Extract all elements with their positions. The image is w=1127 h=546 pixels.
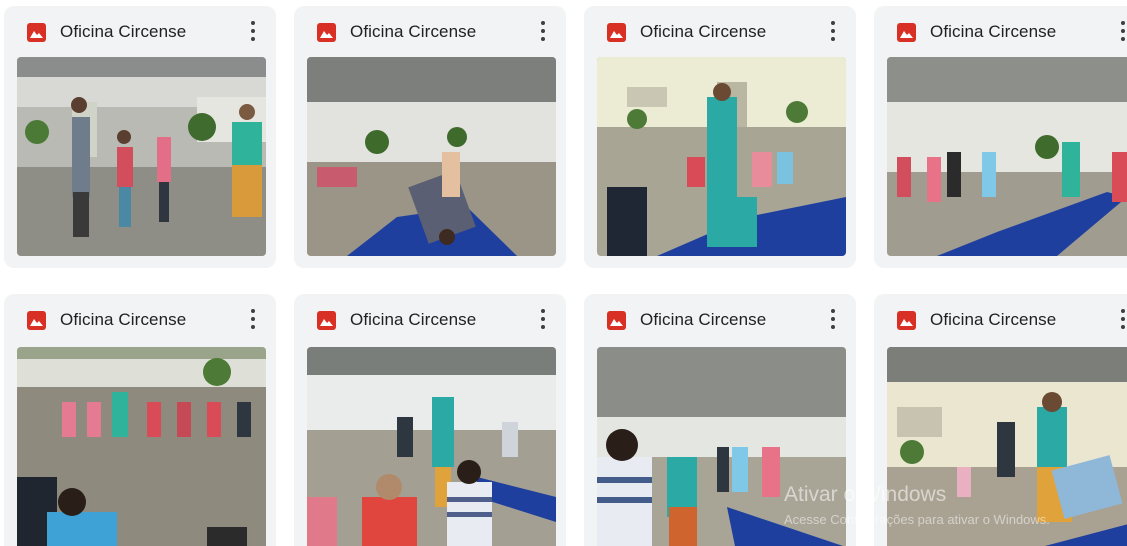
image-file-icon: [607, 311, 626, 330]
file-card[interactable]: Oficina Circense: [4, 294, 276, 546]
card-header: Oficina Circense: [584, 6, 856, 58]
file-card[interactable]: Oficina Circense: [294, 294, 566, 546]
image-file-icon: [27, 311, 46, 330]
image-thumbnail[interactable]: [17, 347, 266, 546]
activation-watermark-title: Ativar o Windows: [784, 483, 947, 506]
image-thumbnail[interactable]: [887, 57, 1127, 256]
more-vert-icon[interactable]: [250, 21, 256, 43]
file-title: Oficina Circense: [930, 310, 1057, 329]
file-title: Oficina Circense: [350, 22, 477, 41]
card-header: Oficina Circense: [4, 294, 276, 346]
more-vert-icon[interactable]: [830, 21, 836, 43]
image-file-icon: [897, 311, 916, 330]
more-vert-icon[interactable]: [540, 21, 546, 43]
image-file-icon: [317, 311, 336, 330]
file-title: Oficina Circense: [350, 310, 477, 329]
card-header: Oficina Circense: [584, 294, 856, 346]
image-thumbnail[interactable]: [597, 57, 846, 256]
image-thumbnail[interactable]: [17, 57, 266, 256]
file-title: Oficina Circense: [640, 22, 767, 41]
activation-watermark-text: Acesse Configurações para ativar o Windo…: [784, 512, 1050, 527]
card-header: Oficina Circense: [294, 6, 566, 58]
file-title: Oficina Circense: [60, 310, 187, 329]
card-header: Oficina Circense: [874, 294, 1127, 346]
image-file-icon: [317, 23, 336, 42]
more-vert-icon[interactable]: [1120, 21, 1126, 43]
file-card[interactable]: Oficina Circense: [4, 6, 276, 268]
file-card[interactable]: Oficina Circense: [294, 6, 566, 268]
file-card[interactable]: Oficina Circense: [874, 6, 1127, 268]
image-thumbnail[interactable]: [307, 347, 556, 546]
card-header: Oficina Circense: [874, 6, 1127, 58]
image-thumbnail[interactable]: [307, 57, 556, 256]
card-header: Oficina Circense: [4, 6, 276, 58]
more-vert-icon[interactable]: [250, 309, 256, 331]
image-file-icon: [27, 23, 46, 42]
file-title: Oficina Circense: [60, 22, 187, 41]
image-file-icon: [607, 23, 626, 42]
file-title: Oficina Circense: [930, 22, 1057, 41]
card-header: Oficina Circense: [294, 294, 566, 346]
file-card[interactable]: Oficina Circense: [584, 294, 856, 546]
file-title: Oficina Circense: [640, 310, 767, 329]
image-file-icon: [897, 23, 916, 42]
more-vert-icon[interactable]: [1120, 309, 1126, 331]
file-card[interactable]: Oficina Circense: [584, 6, 856, 268]
file-card[interactable]: Oficina Circense: [874, 294, 1127, 546]
more-vert-icon[interactable]: [830, 309, 836, 331]
file-grid: Oficina Circense Oficina Circense Oficin…: [0, 0, 1127, 546]
more-vert-icon[interactable]: [540, 309, 546, 331]
